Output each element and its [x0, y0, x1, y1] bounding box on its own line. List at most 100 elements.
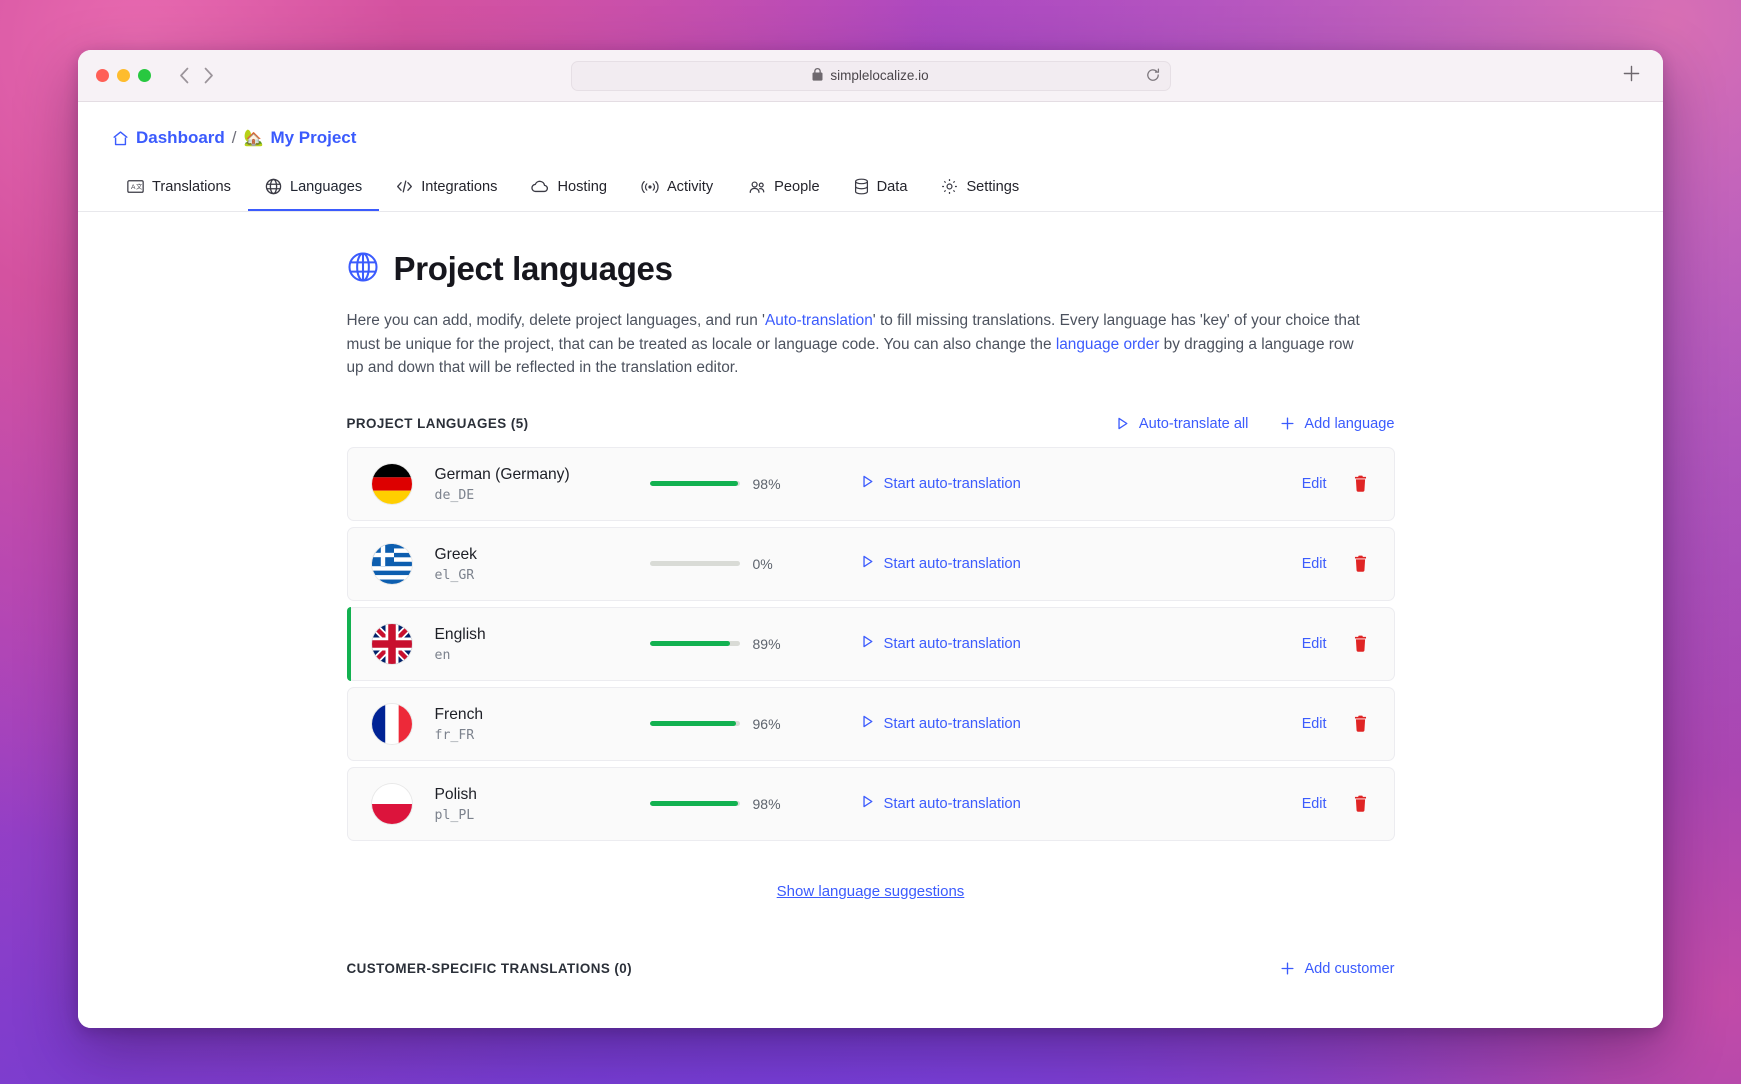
language-name: German (Germany): [434, 465, 570, 483]
translation-progress: 0%: [649, 556, 810, 572]
auto-translation-link[interactable]: Auto-translation: [765, 312, 873, 329]
language-row-polish[interactable]: Polish pl_PL 98% Start auto-translation …: [346, 766, 1395, 841]
row-actions: Edit: [1302, 635, 1368, 652]
poland-flag-icon: [371, 783, 412, 824]
close-window-button[interactable]: [96, 69, 109, 82]
translate-icon: A文: [127, 179, 144, 194]
delete-language-button[interactable]: [1353, 635, 1368, 652]
tab-label: Settings: [966, 178, 1020, 195]
language-key: el_GR: [434, 567, 475, 583]
address-bar[interactable]: simplelocalize.io: [570, 60, 1171, 91]
tab-label: Languages: [289, 178, 363, 195]
start-auto-translation-label: Start auto-translation: [883, 635, 1021, 652]
language-identity: Polish pl_PL: [435, 785, 650, 823]
play-icon: [860, 554, 875, 573]
add-language-button[interactable]: Add language: [1280, 415, 1395, 432]
breadcrumb: Dashboard / 🏡 My Project: [78, 128, 1663, 148]
maximize-window-button[interactable]: [138, 69, 151, 82]
minimize-window-button[interactable]: [117, 69, 130, 82]
breadcrumb-dashboard-link[interactable]: Dashboard: [136, 128, 225, 148]
tab-activity[interactable]: Activity: [624, 168, 730, 211]
delete-language-button[interactable]: [1353, 715, 1368, 732]
database-icon: [854, 178, 869, 195]
edit-language-button[interactable]: Edit: [1302, 556, 1327, 572]
lock-icon: [812, 68, 823, 83]
edit-language-button[interactable]: Edit: [1302, 636, 1327, 652]
language-key: en: [434, 647, 451, 663]
new-tab-button[interactable]: [1622, 64, 1641, 88]
back-icon[interactable]: [179, 67, 190, 84]
people-icon: [747, 180, 766, 194]
tab-translations[interactable]: A文 Translations: [110, 168, 248, 211]
browser-nav-arrows: [179, 67, 214, 84]
auto-translate-all-button[interactable]: Auto-translate all: [1115, 415, 1249, 432]
address-bar-text: simplelocalize.io: [830, 68, 929, 83]
language-list: German (Germany) de_DE 98% Start auto-tr…: [346, 446, 1395, 841]
project-languages-label: PROJECT LANGUAGES (5): [346, 416, 529, 432]
globe-icon: [347, 251, 379, 288]
row-actions: Edit: [1302, 715, 1368, 732]
tab-label: Data: [876, 178, 908, 195]
start-auto-translation-button[interactable]: Start auto-translation: [860, 714, 1021, 733]
germany-flag-icon: [371, 463, 412, 504]
progress-bar-fill: [649, 641, 730, 647]
tab-integrations[interactable]: Integrations: [379, 168, 514, 211]
play-icon: [1115, 416, 1130, 431]
breadcrumb-separator: /: [231, 128, 237, 147]
language-row-english[interactable]: English en 89% Start auto-translation Ed…: [346, 606, 1395, 681]
edit-language-button[interactable]: Edit: [1302, 476, 1327, 492]
desc-text-1: Here you can add, modify, delete project…: [346, 312, 765, 329]
forward-icon[interactable]: [203, 67, 214, 84]
start-auto-translation-button[interactable]: Start auto-translation: [860, 634, 1021, 653]
delete-language-button[interactable]: [1353, 795, 1368, 812]
language-key: pl_PL: [434, 807, 475, 823]
add-customer-button[interactable]: Add customer: [1280, 961, 1395, 977]
app-header: Dashboard / 🏡 My Project A文 Translations…: [78, 102, 1663, 212]
language-row-french[interactable]: French fr_FR 96% Start auto-translation …: [346, 686, 1395, 761]
tab-languages[interactable]: Languages: [247, 168, 380, 211]
language-name: French: [434, 705, 484, 723]
page-content: Project languages Here you can add, modi…: [78, 212, 1663, 1028]
row-actions: Edit: [1302, 475, 1368, 492]
row-actions: Edit: [1302, 795, 1368, 812]
uk-flag-icon: [371, 623, 412, 664]
start-auto-translation-button[interactable]: Start auto-translation: [860, 794, 1021, 813]
main-nav-tabs: A文 Translations Languages Integrations H…: [78, 168, 1663, 211]
delete-language-button[interactable]: [1353, 555, 1368, 572]
edit-language-button[interactable]: Edit: [1302, 716, 1327, 732]
progress-bar-fill: [649, 481, 738, 487]
language-row-german[interactable]: German (Germany) de_DE 98% Start auto-tr…: [346, 446, 1395, 521]
edit-language-button[interactable]: Edit: [1302, 796, 1327, 812]
project-emoji-icon: 🏡: [243, 130, 264, 147]
language-row-greek[interactable]: Greek el_GR 0% Start auto-translation Ed…: [346, 526, 1395, 601]
tab-settings[interactable]: Settings: [924, 168, 1036, 211]
show-language-suggestions-link[interactable]: Show language suggestions: [777, 883, 965, 900]
language-identity: English en: [435, 625, 650, 663]
progress-bar-track: [649, 641, 740, 647]
gear-icon: [941, 178, 958, 195]
delete-language-button[interactable]: [1353, 475, 1368, 492]
tab-data[interactable]: Data: [837, 168, 925, 211]
progress-bar-track: [649, 481, 740, 487]
france-flag-icon: [371, 703, 412, 744]
progress-bar-track: [649, 561, 740, 567]
breadcrumb-project-link[interactable]: My Project: [270, 128, 356, 148]
start-auto-translation-button[interactable]: Start auto-translation: [860, 554, 1021, 573]
progress-percent: 96%: [752, 715, 781, 732]
code-icon: [396, 179, 413, 194]
tab-people[interactable]: People: [730, 168, 836, 211]
tab-hosting[interactable]: Hosting: [514, 168, 623, 211]
reload-icon[interactable]: [1146, 68, 1160, 84]
play-icon: [860, 634, 875, 653]
add-language-label: Add language: [1304, 415, 1395, 432]
start-auto-translation-button[interactable]: Start auto-translation: [860, 474, 1021, 493]
language-order-link[interactable]: language order: [1056, 336, 1160, 353]
start-auto-translation-label: Start auto-translation: [883, 555, 1021, 572]
home-icon[interactable]: [112, 130, 129, 147]
page-description: Here you can add, modify, delete project…: [347, 309, 1371, 380]
start-auto-translation-label: Start auto-translation: [883, 475, 1021, 492]
start-auto-translation-label: Start auto-translation: [883, 795, 1021, 812]
auto-translate-all-label: Auto-translate all: [1138, 415, 1249, 432]
language-name: Polish: [434, 785, 477, 803]
tab-label: Integrations: [421, 178, 498, 195]
